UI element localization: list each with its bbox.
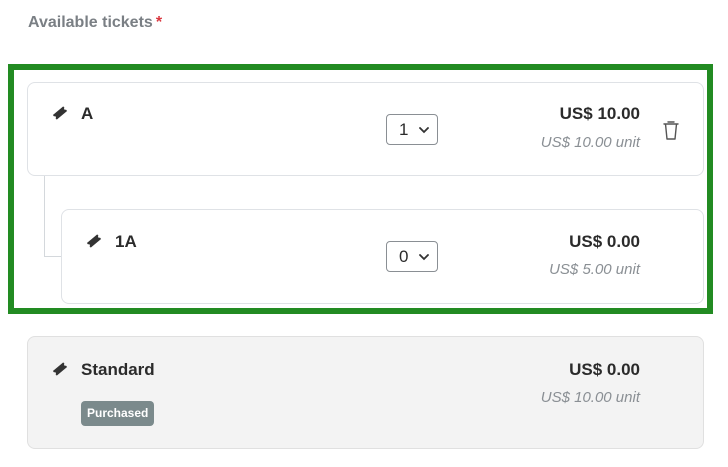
ticket-icon [52, 362, 68, 376]
section-label-text: Available tickets [28, 14, 153, 31]
ticket-price: US$ 0.00 [569, 360, 640, 379]
ticket-name: Standard [81, 360, 155, 379]
required-marker: * [155, 14, 163, 31]
purchased-badge: Purchased [81, 401, 155, 426]
ticket-unit-price: US$ 10.00 unit [540, 389, 640, 406]
section-label: Available tickets * [28, 14, 162, 32]
selection-highlight [8, 64, 713, 314]
